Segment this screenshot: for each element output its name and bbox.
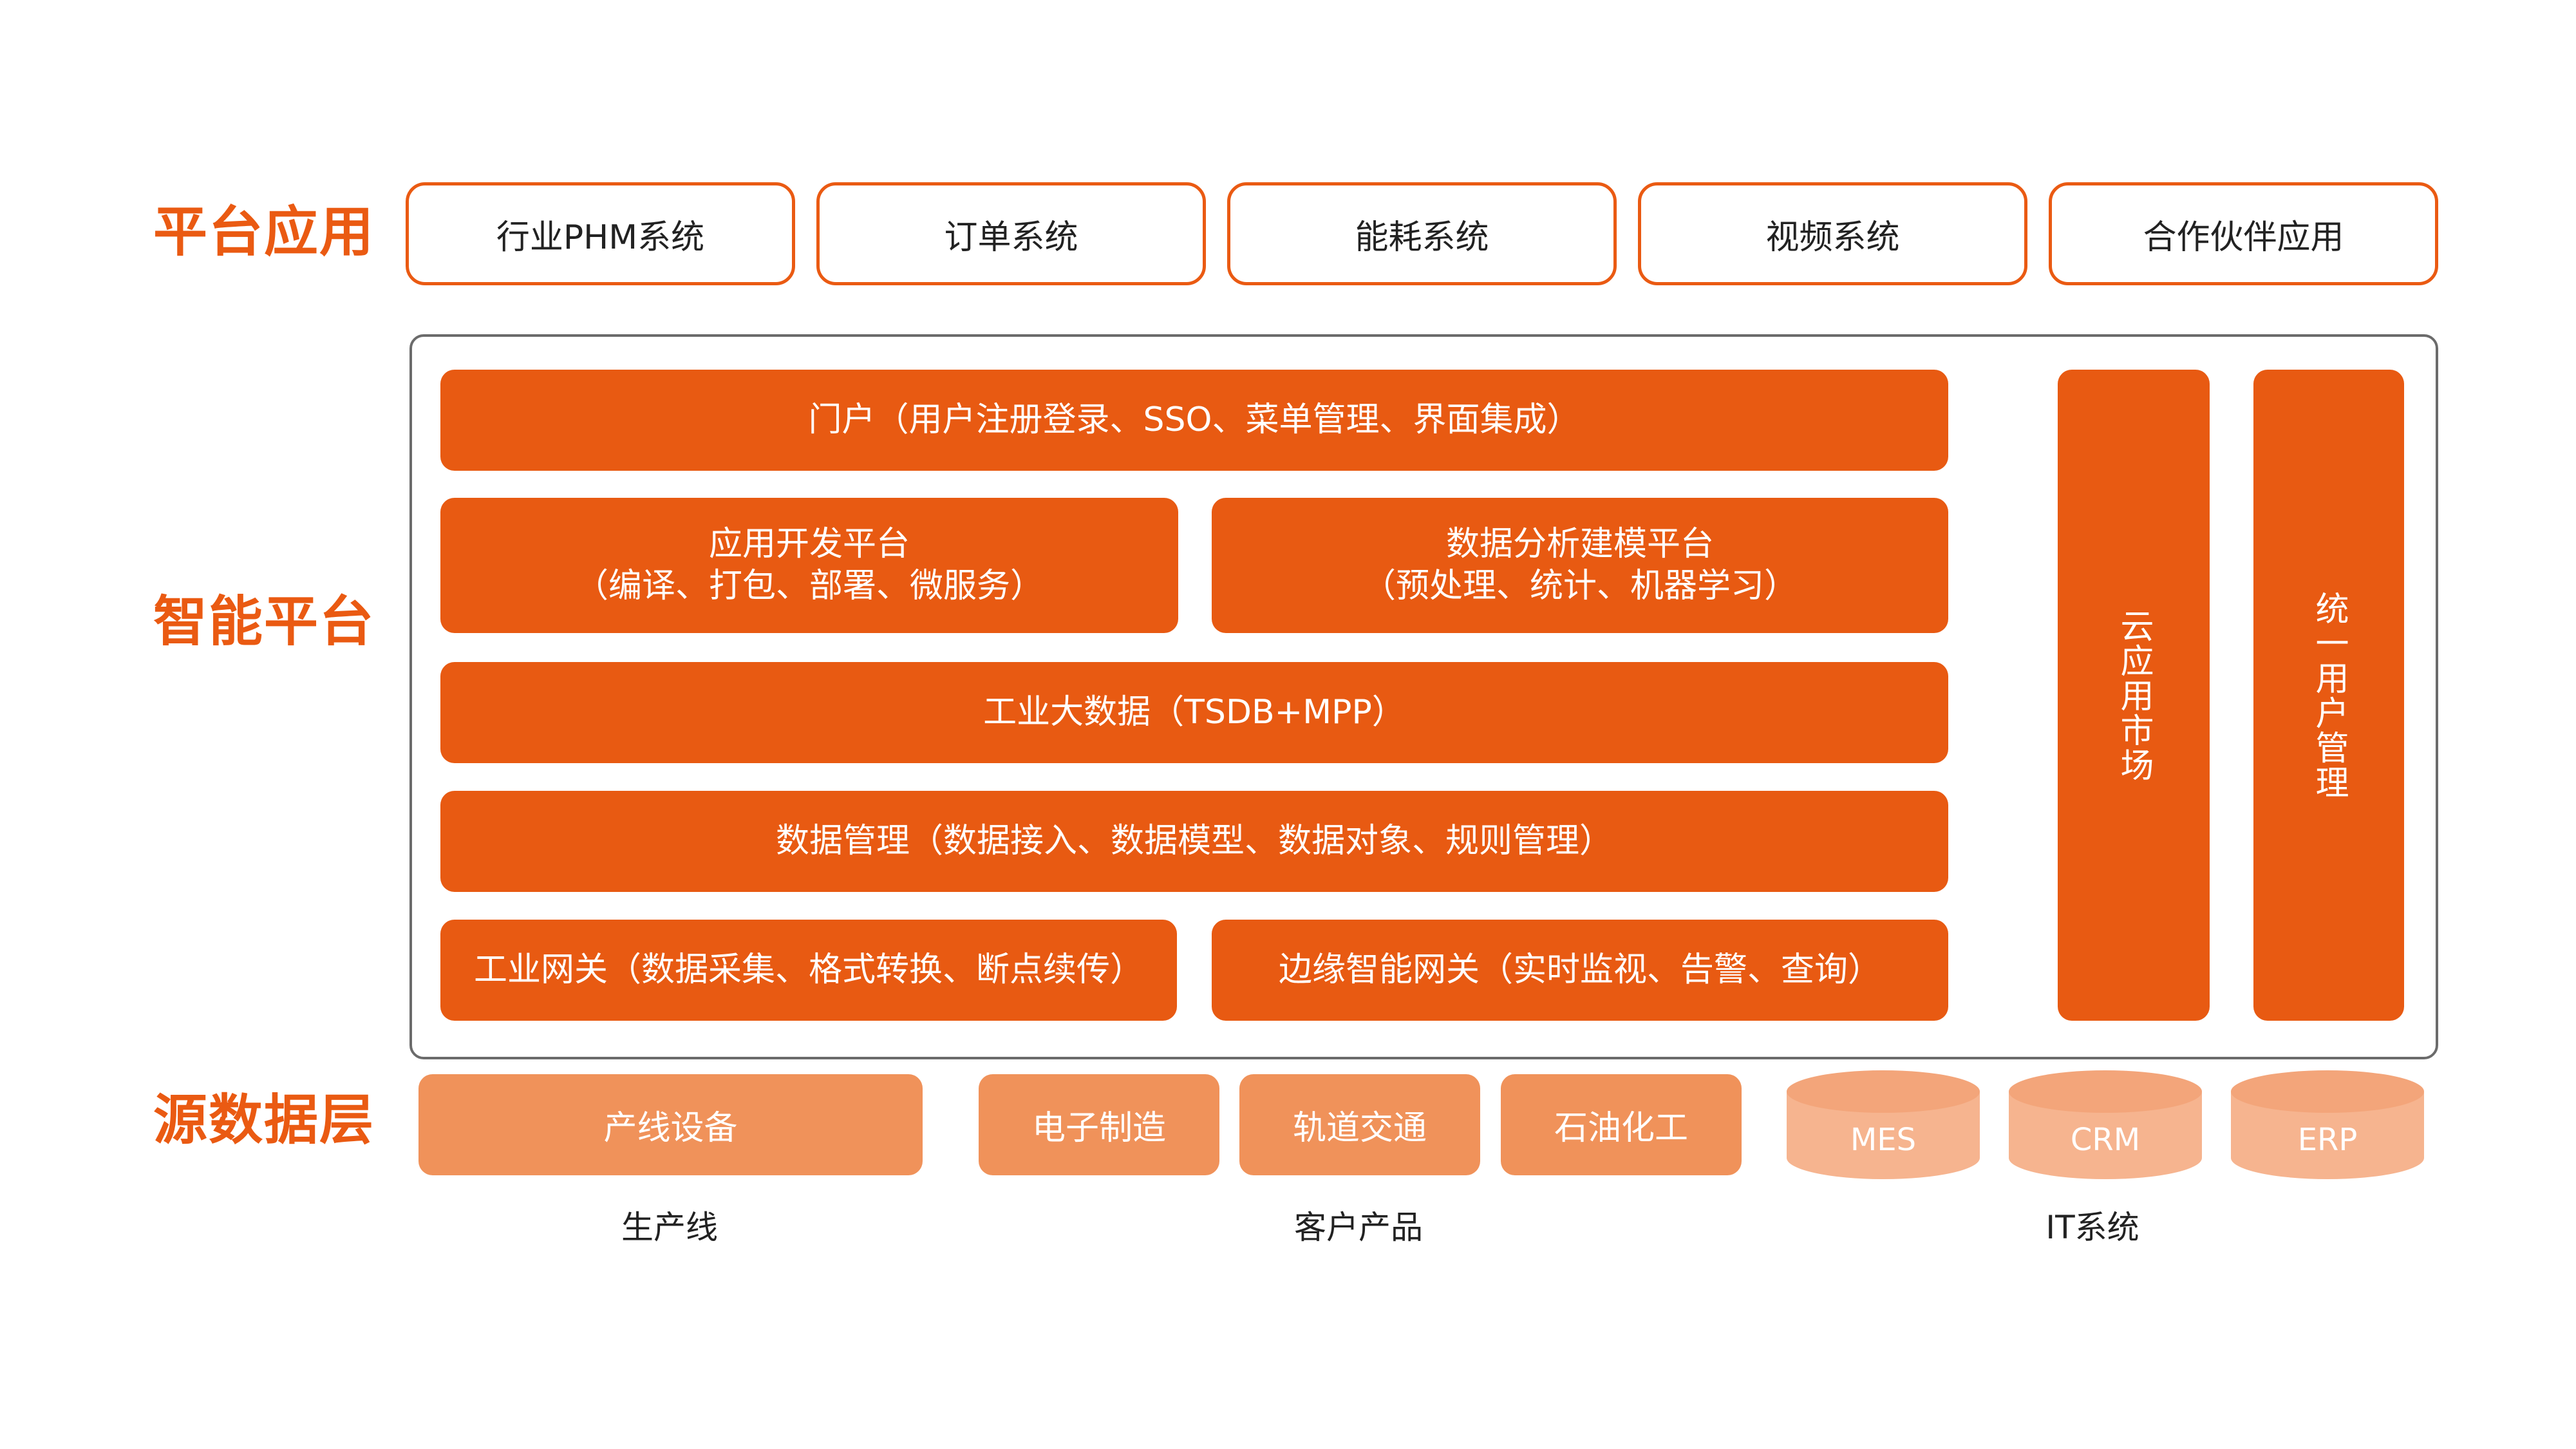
cylinder-label-erp: ERP (2298, 1122, 2358, 1158)
source-box-petrochemical: 石油化工 (1501, 1074, 1742, 1175)
unified-user-mgmt-text: 统一用户管理 (2309, 591, 2348, 800)
database-icon-crm: CRM (2009, 1070, 2202, 1179)
unified-user-mgmt-block: 统一用户管理 (2253, 370, 2404, 1021)
big-data-text: 工业大数据（TSDB+MPP） (983, 693, 1406, 732)
data-management-block: 数据管理（数据接入、数据模型、数据对象、规则管理） (440, 791, 1948, 892)
database-icon-erp: ERP (2231, 1070, 2424, 1179)
cylinder-label-mes: MES (1850, 1122, 1916, 1158)
source-row-label: 源数据层 (153, 1088, 375, 1151)
data-analysis-subtitle: （预处理、统计、机器学习） (1362, 567, 1798, 605)
apps-row-label: 平台应用 (153, 200, 375, 263)
cloud-app-market-block: 云应用市场 (2058, 370, 2210, 1021)
data-analysis-title: 数据分析建模平台 (1445, 525, 1714, 564)
app-box-video: 视频系统 (1638, 182, 2027, 285)
group-label-customer-products: 客户产品 (1294, 1209, 1423, 1246)
cloud-app-market-text: 云应用市场 (2114, 608, 2153, 782)
cylinder-label-crm: CRM (2071, 1122, 2140, 1158)
portal-text: 门户（用户注册登录、SSO、菜单管理、界面集成） (808, 401, 1581, 439)
app-box-phm: 行业PHM系统 (406, 182, 795, 285)
app-box-partner: 合作伙伴应用 (2049, 182, 2438, 285)
app-dev-platform-block: 应用开发平台 （编译、打包、部署、微服务） (440, 498, 1178, 633)
data-analysis-platform-block: 数据分析建模平台 （预处理、统计、机器学习） (1212, 498, 1948, 633)
app-box-order: 订单系统 (816, 182, 1206, 285)
source-box-electronics: 电子制造 (979, 1074, 1219, 1175)
group-label-it-systems: IT系统 (2045, 1209, 2139, 1246)
data-management-text: 数据管理（数据接入、数据模型、数据对象、规则管理） (775, 822, 1613, 860)
edge-gateway-block: 边缘智能网关（实时监视、告警、查询） (1212, 920, 1948, 1021)
group-label-production-line: 生产线 (621, 1209, 718, 1246)
source-box-rail-transit: 轨道交通 (1239, 1074, 1480, 1175)
source-box-production-equipment: 产线设备 (418, 1074, 923, 1175)
industrial-gateway-block: 工业网关（数据采集、格式转换、断点续传） (440, 920, 1177, 1021)
big-data-block: 工业大数据（TSDB+MPP） (440, 662, 1948, 763)
database-icon-mes: MES (1787, 1070, 1980, 1179)
app-dev-subtitle: （编译、打包、部署、微服务） (574, 567, 1044, 605)
edge-gateway-text: 边缘智能网关（实时监视、告警、查询） (1278, 951, 1881, 989)
app-box-energy: 能耗系统 (1227, 182, 1617, 285)
industrial-gateway-text: 工业网关（数据采集、格式转换、断点续传） (473, 951, 1143, 989)
platform-row-label: 智能平台 (153, 590, 375, 653)
app-dev-title: 应用开发平台 (708, 525, 910, 564)
portal-block: 门户（用户注册登录、SSO、菜单管理、界面集成） (440, 370, 1948, 471)
